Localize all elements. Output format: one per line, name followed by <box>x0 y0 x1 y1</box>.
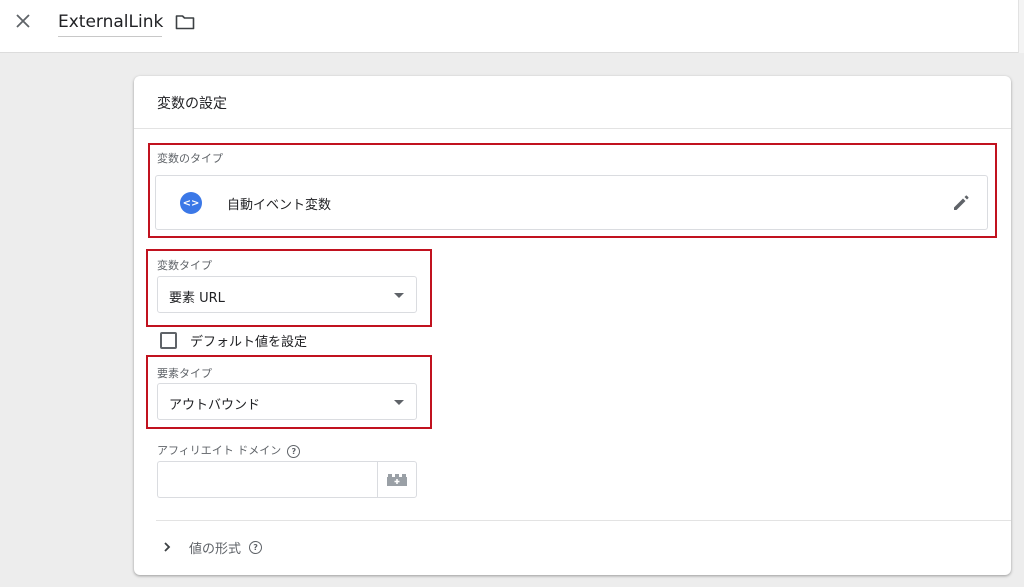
value-format-label: 値の形式 <box>189 541 242 557</box>
affiliate-domain-label-row: アフィリエイト ドメイン? <box>157 442 301 458</box>
element-type-value: アウトバウンド <box>169 398 261 413</box>
close-icon[interactable] <box>12 10 34 32</box>
default-value-row: デフォルト値を設定 <box>160 331 307 350</box>
variable-kind-value: 要素 URL <box>169 291 225 306</box>
element-type-label: 要素タイプ <box>157 367 212 380</box>
code-icon: <> <box>180 192 202 214</box>
affiliate-domain-input[interactable] <box>157 461 378 498</box>
variable-name-title[interactable]: ExternalLink <box>58 12 163 37</box>
lego-brick-icon <box>387 473 407 486</box>
chevron-right-icon <box>164 542 171 552</box>
folder-icon[interactable] <box>175 14 195 30</box>
variable-kind-label: 変数タイプ <box>157 259 212 272</box>
variable-settings-card: 変数の設定 変数のタイプ <> 自動イベント変数 変数タイプ 要素 URL デフ… <box>134 76 1011 575</box>
help-icon[interactable]: ? <box>287 444 301 458</box>
top-bar-edge <box>1018 0 1024 53</box>
help-icon[interactable]: ? <box>249 540 263 554</box>
variable-kind-select[interactable]: 要素 URL <box>157 276 417 313</box>
variable-type-selector[interactable]: <> 自動イベント変数 <box>155 175 988 230</box>
variable-type-label: 変数のタイプ <box>157 152 223 165</box>
caret-down-icon <box>394 400 404 405</box>
variable-picker-button[interactable] <box>377 461 417 498</box>
default-value-label[interactable]: デフォルト値を設定 <box>190 331 307 350</box>
affiliate-domain-label: アフィリエイト ドメイン <box>157 444 282 457</box>
default-value-checkbox[interactable] <box>160 331 177 349</box>
format-divider <box>156 520 1011 521</box>
card-header-divider <box>134 128 1011 129</box>
caret-down-icon <box>394 293 404 298</box>
pencil-icon[interactable] <box>951 193 971 213</box>
element-type-select[interactable]: アウトバウンド <box>157 383 417 420</box>
variable-type-name: 自動イベント変数 <box>227 198 332 213</box>
value-format-toggle[interactable]: 値の形式 ? <box>162 537 263 557</box>
card-title: 変数の設定 <box>157 96 227 112</box>
top-bar: ExternalLink <box>0 0 1024 53</box>
